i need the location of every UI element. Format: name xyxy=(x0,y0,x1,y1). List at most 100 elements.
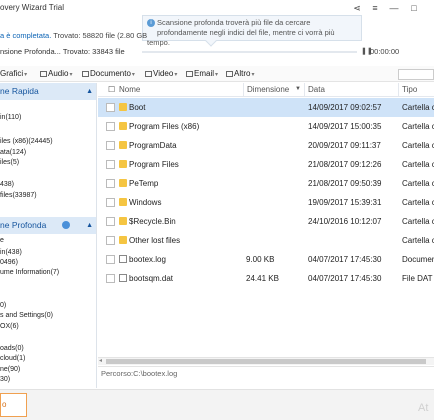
file-size: 24.41 KB xyxy=(246,274,279,283)
video-icon xyxy=(145,71,152,77)
table-row[interactable]: Boot 14/09/2017 09:02:57 Cartella c xyxy=(98,98,434,117)
watermark-text: At xyxy=(418,402,429,414)
filter-bar: Grafici▾ Audio▾ Documento▾ Video▾ Email▾… xyxy=(0,66,434,82)
minimize-button[interactable]: — xyxy=(387,2,401,14)
deep-scan-tooltip: i Scansione profonda troverà più file da … xyxy=(142,15,362,47)
sort-desc-icon[interactable]: ▼ xyxy=(295,86,301,92)
row-checkbox[interactable] xyxy=(106,160,115,169)
tree-item[interactable]: cloud(1) xyxy=(0,355,25,362)
column-name[interactable]: Nome xyxy=(119,85,140,94)
filter-video[interactable]: Video▾ xyxy=(145,69,177,78)
table-row[interactable]: ProgramData 20/09/2017 09:11:37 Cartella c xyxy=(98,136,434,155)
row-checkbox[interactable] xyxy=(106,179,115,188)
filter-audio[interactable]: Audio▾ xyxy=(40,69,72,78)
select-all-checkbox[interactable]: ☐ xyxy=(108,85,115,94)
column-divider[interactable] xyxy=(304,83,305,97)
filter-graphics[interactable]: Grafici▾ xyxy=(0,69,27,78)
row-checkbox[interactable] xyxy=(106,198,115,207)
file-type: Documen xyxy=(402,255,434,264)
tooltip-arrow xyxy=(205,35,217,47)
filter-email[interactable]: Email▾ xyxy=(186,69,218,78)
collapse-icon[interactable]: ▲ xyxy=(86,217,93,234)
row-checkbox[interactable] xyxy=(106,236,115,245)
table-row[interactable]: Windows 19/09/2017 15:39:31 Cartella c xyxy=(98,193,434,212)
deep-scan-header[interactable]: ne Profonda ▲ xyxy=(0,217,96,234)
scrollbar-thumb[interactable] xyxy=(106,359,426,364)
tree-item[interactable]: 0) xyxy=(0,302,6,309)
folder-icon xyxy=(119,217,127,225)
tree-item[interactable]: in(110) xyxy=(0,114,21,121)
file-name: Program Files xyxy=(129,160,179,169)
deep-scan-progress-bar xyxy=(142,51,357,53)
table-row[interactable]: PeTemp 21/08/2017 09:50:39 Cartella c xyxy=(98,174,434,193)
table-row[interactable]: Other lost files Cartella c xyxy=(98,231,434,250)
row-checkbox[interactable] xyxy=(106,274,115,283)
file-list: ☐ Nome Dimensione ▼ Data Tipo Boot 14/09/… xyxy=(98,83,434,388)
tree-item[interactable]: oads(0) xyxy=(0,345,24,352)
column-header-row: ☐ Nome Dimensione ▼ Data Tipo xyxy=(98,83,434,97)
file-type: Cartella c xyxy=(402,179,434,188)
quick-scan-header[interactable]: ne Rapida ▲ xyxy=(0,83,96,100)
scroll-left-icon[interactable]: ◂ xyxy=(99,357,102,364)
audio-icon xyxy=(40,71,47,77)
row-checkbox[interactable] xyxy=(106,122,115,131)
filter-other-label: Altro xyxy=(234,69,251,78)
scanning-icon xyxy=(62,221,70,229)
tree-item[interactable]: s and Settings(0) xyxy=(0,312,53,319)
deep-scan-status: nsione Profonda... Trovato: 33843 file xyxy=(0,47,125,56)
tree-item[interactable]: 30) xyxy=(0,376,10,383)
table-row[interactable]: Program Files 21/08/2017 09:12:26 Cartella… xyxy=(98,155,434,174)
row-checkbox[interactable] xyxy=(106,141,115,150)
table-row[interactable]: bootsqm.dat 24.41 KB 04/07/2017 17:45:30 Fi… xyxy=(98,269,434,288)
folder-icon xyxy=(119,122,127,130)
search-input[interactable] xyxy=(398,69,434,80)
column-divider[interactable] xyxy=(243,83,244,97)
table-row[interactable]: $Recycle.Bin 24/10/2016 10:12:07 Cartella … xyxy=(98,212,434,231)
file-name: PeTemp xyxy=(129,179,159,188)
filter-document[interactable]: Documento▾ xyxy=(82,69,135,78)
home-button[interactable]: o xyxy=(0,393,27,417)
file-type: Cartella c xyxy=(402,122,434,131)
tree-item[interactable]: e xyxy=(0,237,4,244)
table-row[interactable]: Program Files (x86) 14/09/2017 15:00:35 Ca… xyxy=(98,117,434,136)
filter-graphics-label: Grafici xyxy=(0,69,24,78)
maximize-button[interactable]: □ xyxy=(407,2,421,14)
tree-item[interactable]: 438) xyxy=(0,181,14,188)
tooltip-line1: Scansione profonda troverà più file da c… xyxy=(157,18,311,27)
column-date[interactable]: Data xyxy=(308,85,325,94)
file-date: 04/07/2017 17:45:30 xyxy=(308,274,382,283)
table-row[interactable]: bootex.log 9.00 KB 04/07/2017 17:45:30 Docu… xyxy=(98,250,434,269)
file-icon xyxy=(119,274,127,282)
tree-item[interactable]: ne(90) xyxy=(0,366,20,373)
share-icon[interactable]: ⋖ xyxy=(350,2,364,14)
file-name: Boot xyxy=(129,103,146,112)
collapse-icon[interactable]: ▲ xyxy=(86,83,93,100)
row-checkbox[interactable] xyxy=(106,255,115,264)
chevron-down-icon: ▾ xyxy=(131,72,135,78)
column-type[interactable]: Tipo xyxy=(402,85,417,94)
file-date: 21/08/2017 09:12:26 xyxy=(308,160,382,169)
file-name: ProgramData xyxy=(129,141,177,150)
tree-item[interactable]: iles(5) xyxy=(0,159,19,166)
horizontal-scrollbar[interactable]: ◂ xyxy=(98,357,434,365)
tree-item[interactable]: ume Information(7) xyxy=(0,269,59,276)
file-icon xyxy=(119,255,127,263)
column-divider[interactable] xyxy=(398,83,399,97)
file-name: Program Files (x86) xyxy=(129,122,200,131)
tree-item[interactable]: 0496) xyxy=(0,259,18,266)
tree-item[interactable]: in(438) xyxy=(0,249,22,256)
file-date: 14/09/2017 09:02:57 xyxy=(308,103,382,112)
row-checkbox[interactable] xyxy=(106,217,115,226)
tree-item[interactable]: iles (x86)(24445) xyxy=(0,138,53,145)
menu-icon[interactable]: ≡ xyxy=(368,2,382,14)
column-size[interactable]: Dimensione xyxy=(247,85,289,94)
tree-item[interactable]: ata(124) xyxy=(0,149,26,156)
file-size: 9.00 KB xyxy=(246,255,275,264)
quick-scan-found-text: Trovato: 58820 file (2.80 GB xyxy=(53,31,148,40)
folder-icon xyxy=(119,179,127,187)
file-type: Cartella c xyxy=(402,236,434,245)
tree-item[interactable]: OX(6) xyxy=(0,323,19,330)
filter-other[interactable]: Altro▾ xyxy=(226,69,254,78)
tree-item[interactable]: files(33987) xyxy=(0,192,37,199)
row-checkbox[interactable] xyxy=(106,103,115,112)
